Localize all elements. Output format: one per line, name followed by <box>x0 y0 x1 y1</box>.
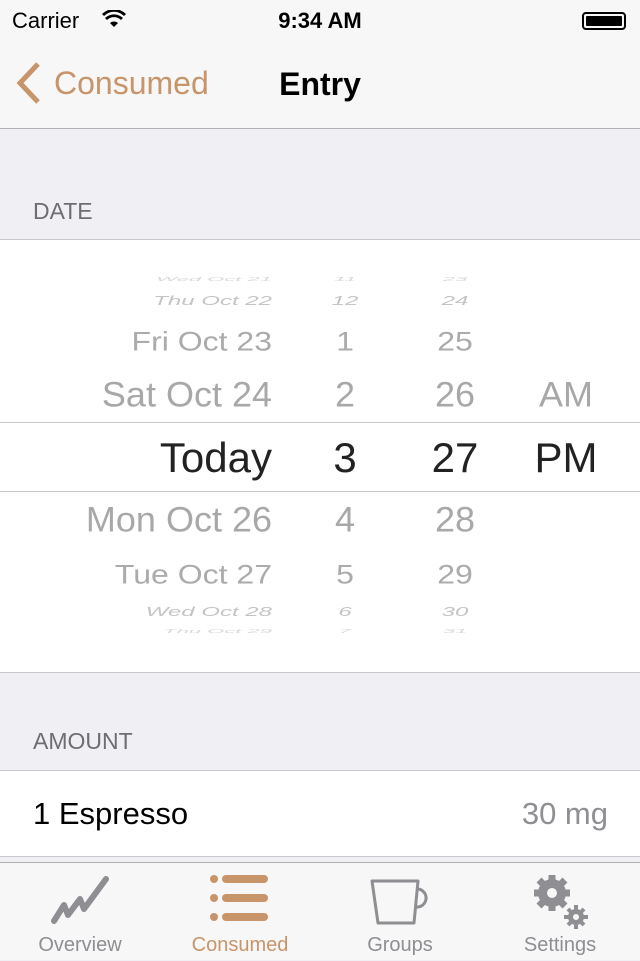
tab-label: Groups <box>367 934 433 956</box>
picker-date: Tue Oct 27 <box>114 558 272 590</box>
picker-row[interactable]: Wed Oct 21 11 23 <box>0 274 640 284</box>
page-title: Entry <box>279 66 361 102</box>
picker-date: Today <box>159 434 272 481</box>
picker-hour: 4 <box>334 499 356 540</box>
tab-label: Overview <box>38 934 122 956</box>
picker-date: Mon Oct 26 <box>85 499 272 540</box>
tab-consumed[interactable]: Consumed <box>160 863 320 961</box>
picker-hour: 11 <box>333 275 357 282</box>
picker-hour: 1 <box>336 325 354 357</box>
picker-hour: 12 <box>331 293 359 309</box>
gear-icon <box>534 875 588 929</box>
picker-hour: 5 <box>336 558 354 590</box>
picker-minute: 28 <box>434 499 476 540</box>
clock: 9:34 AM <box>278 8 362 33</box>
picker-hour: 3 <box>333 434 357 481</box>
picker-date: Sat Oct 24 <box>101 374 272 415</box>
picker-hour: 7 <box>338 627 352 634</box>
picker-row[interactable]: Thu Oct 22 12 24 <box>0 290 640 312</box>
amount-section-header: AMOUNT <box>33 728 133 754</box>
picker-minute: 24 <box>441 293 469 309</box>
tab-groups[interactable]: Groups <box>320 863 480 961</box>
picker-ampm: PM <box>534 434 598 481</box>
picker-minute: 31 <box>442 627 468 634</box>
tab-label: Consumed <box>191 934 289 956</box>
picker-row[interactable]: Wed Oct 28 6 30 <box>0 601 640 623</box>
tab-label: Settings <box>523 934 597 956</box>
amount-row[interactable]: 1 Espresso 30 mg <box>0 770 640 857</box>
picker-minute: 26 <box>434 374 476 415</box>
picker-date: Thu Oct 22 <box>153 293 272 309</box>
tab-bar: Overview Consumed Groups Settings <box>0 862 640 960</box>
picker-row[interactable]: Tue Oct 27 5 29 <box>0 557 640 591</box>
picker-date: Fri Oct 23 <box>131 325 272 357</box>
picker-hour: 6 <box>338 604 352 620</box>
picker-minute: 27 <box>431 434 479 481</box>
amount-item: 1 Espresso <box>33 796 189 831</box>
picker-row[interactable]: Fri Oct 23 1 25 <box>0 324 640 358</box>
picker-minute: 29 <box>437 558 473 590</box>
picker-row[interactable]: Mon Oct 26 4 28 <box>0 499 640 540</box>
chart-line-icon <box>51 876 109 924</box>
picker-date: Wed Oct 28 <box>145 604 272 620</box>
navigation-bar: Consumed Entry <box>0 40 640 129</box>
picker-minute: 25 <box>437 325 473 357</box>
picker-row-selected[interactable]: Today 3 27 PM <box>0 434 640 481</box>
picker-minute: 30 <box>441 604 469 620</box>
picker-row[interactable]: Sat Oct 24 2 26 AM <box>0 374 640 415</box>
picker-minute: 23 <box>442 275 468 282</box>
date-picker[interactable]: Wed Oct 21 11 23 Thu Oct 22 12 24 Fri Oct 23 1 2… <box>0 239 640 673</box>
amount-value: 30 mg <box>521 796 608 831</box>
picker-date: Wed Oct 21 <box>156 275 272 282</box>
list-icon <box>210 875 268 921</box>
picker-row[interactable]: Thu Oct 29 7 31 <box>0 626 640 636</box>
picker-hour: 2 <box>334 374 356 415</box>
picker-date: Thu Oct 29 <box>163 627 272 634</box>
tab-settings[interactable]: Settings <box>480 863 640 961</box>
picker-ampm: AM <box>539 374 593 415</box>
cup-icon <box>370 879 428 925</box>
date-section-header: DATE <box>33 198 93 224</box>
status-bar: Carrier 9:34 AM <box>0 0 640 40</box>
tab-overview[interactable]: Overview <box>0 863 160 961</box>
battery-icon <box>582 12 626 30</box>
